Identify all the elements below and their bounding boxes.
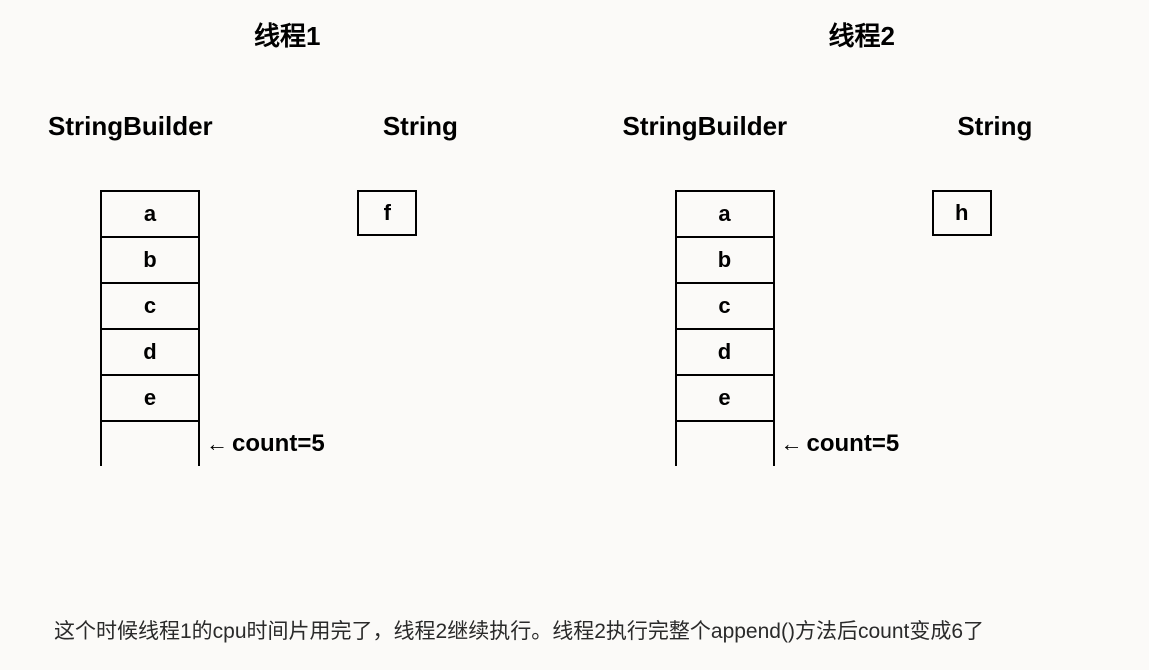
stack-cell: c [100,282,200,328]
stringbuilder-label: StringBuilder [623,111,871,142]
string-value-cell: h [932,190,992,236]
thread-1-labels: StringBuilder String [0,111,575,142]
stack-cell: d [100,328,200,374]
stack-cell: a [100,190,200,236]
string-value-cell: f [357,190,417,236]
thread-1-content: a b c d e ← count=5 f [0,190,575,466]
stack-cell: c [675,282,775,328]
stack-cell: e [100,374,200,420]
diagram-container: 线程1 StringBuilder String a b c d e ← cou… [0,0,1149,466]
thread-1: 线程1 StringBuilder String a b c d e ← cou… [0,6,575,466]
thread-2-string-wrap: h [775,190,1120,236]
stringbuilder-label: StringBuilder [48,111,296,142]
thread-2: 线程2 StringBuilder String a b c d e ← cou… [575,6,1149,466]
count-text: count=5 [232,430,325,458]
caption-text: 这个时候线程1的cpu时间片用完了，线程2继续执行。线程2执行完整个append… [54,612,1095,652]
thread-1-stack: a b c d e ← count=5 [100,190,200,466]
count-marker: ← count=5 [781,430,900,458]
string-label: String [296,111,544,142]
stack-cell: b [100,236,200,282]
thread-1-string-wrap: f [200,190,545,236]
stack-cell: d [675,328,775,374]
thread-2-stack: a b c d e ← count=5 [675,190,775,466]
stack-cell: a [675,190,775,236]
arrow-left-icon: ← [781,431,803,457]
thread-1-title: 线程1 [0,16,575,53]
arrow-left-icon: ← [206,431,228,457]
count-text: count=5 [807,430,900,458]
thread-2-content: a b c d e ← count=5 h [575,190,1149,466]
thread-2-labels: StringBuilder String [575,111,1149,142]
stack-cell-empty [675,420,775,466]
stack-cell: b [675,236,775,282]
thread-2-title: 线程2 [575,16,1149,53]
count-marker: ← count=5 [206,430,325,458]
string-label: String [871,111,1119,142]
stack-cell-empty [100,420,200,466]
stack-cell: e [675,374,775,420]
